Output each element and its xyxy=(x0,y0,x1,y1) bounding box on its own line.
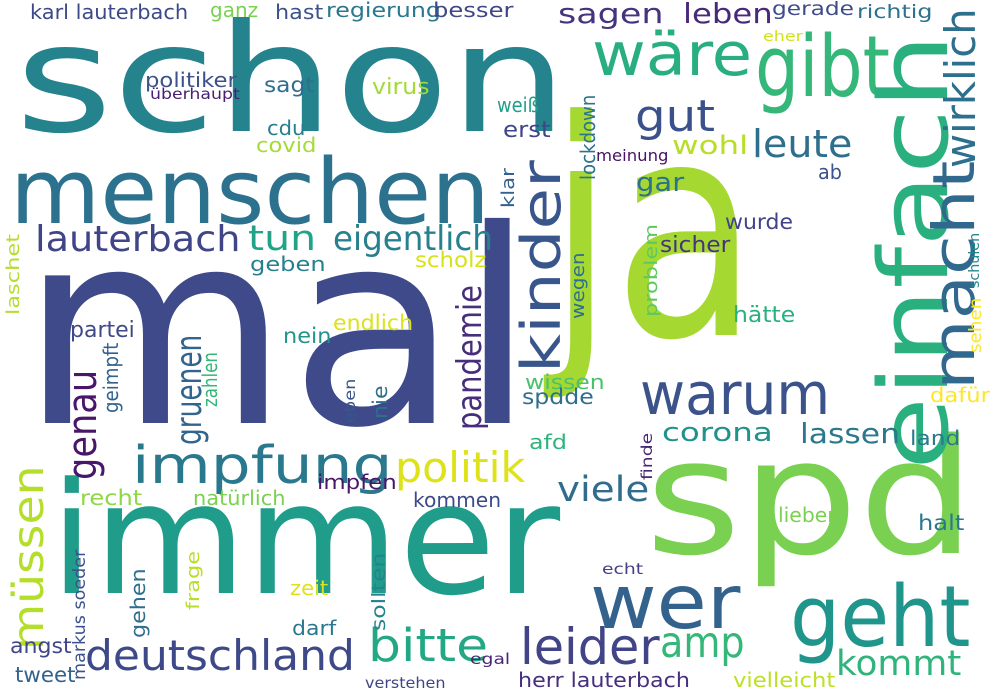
word-gerade: gerade xyxy=(772,0,854,20)
word-recht: recht xyxy=(80,486,143,510)
word-genau: genau xyxy=(60,369,106,480)
word-warum: warum xyxy=(640,360,831,428)
word-echt: echt xyxy=(602,560,644,578)
word-halt: halt xyxy=(918,511,965,535)
word-lauterbach: lauterbach xyxy=(35,219,241,260)
word-klar: klar xyxy=(498,168,519,208)
word-natürlich: natürlich xyxy=(193,486,286,510)
word-ganz: ganz xyxy=(210,0,259,22)
word-sicher: sicher xyxy=(660,233,731,258)
word-darf: darf xyxy=(292,616,337,640)
word-land: land xyxy=(910,426,961,450)
word-regierung: regierung xyxy=(326,0,441,22)
word-karl-lauterbach: karl lauterbach xyxy=(30,0,189,24)
word-kommen: kommen xyxy=(413,488,502,512)
word-frage: frage xyxy=(183,550,204,610)
word-herr-lauterbach: herr lauterbach xyxy=(518,668,690,692)
word-wurde: wurde xyxy=(725,210,793,234)
word-wohl: wohl xyxy=(672,131,749,161)
word-deutschland: deutschland xyxy=(85,631,355,680)
word-zahlen: zahlen xyxy=(198,352,222,407)
word-dafür: dafür xyxy=(930,383,990,407)
word-eher: eher xyxy=(763,29,803,45)
word-virus: virus xyxy=(372,75,430,100)
word-gar: gar xyxy=(636,168,685,198)
word-scholz: scholz xyxy=(415,248,487,272)
word-lieber: lieber xyxy=(778,503,836,527)
word-kinder: kinder xyxy=(510,160,573,373)
word-verstehen: verstehen xyxy=(365,674,446,692)
word-leute: leute xyxy=(752,122,853,166)
word-spdde: spdde xyxy=(522,385,594,409)
word-cloud: mal ja schon immer spd menschen gibt einfach wär… xyxy=(0,0,1000,700)
word-müssen: müssen xyxy=(4,465,54,650)
word-pandemie: pandemie xyxy=(450,285,490,430)
word-sagt: sagt xyxy=(264,73,315,97)
word-richtig: richtig xyxy=(857,1,933,23)
word-lassen: lassen xyxy=(800,417,901,450)
word-leider: leider xyxy=(520,618,660,676)
word-angst: angst xyxy=(10,634,72,658)
word-lockdown: lockdown xyxy=(576,94,600,180)
word-endlich: endlich xyxy=(333,311,414,335)
word-geimpft: geimpft xyxy=(99,342,123,413)
word-wegen: wegen xyxy=(568,252,589,319)
word-partei: partei xyxy=(70,318,135,343)
word-markus-soeder: markus soeder xyxy=(70,549,90,680)
word-eben: eben xyxy=(341,378,359,423)
word-hast: hast xyxy=(275,0,324,24)
word-tweet: tweet xyxy=(15,663,76,687)
word-finde: finde xyxy=(638,432,656,480)
word-amp: amp xyxy=(660,618,745,668)
word-politik: politik xyxy=(395,443,526,492)
word-geben: geben xyxy=(250,252,326,276)
word-hätte: hätte xyxy=(733,303,796,328)
word-kommt: kommt xyxy=(836,644,962,684)
word-sollten: sollten xyxy=(368,552,390,631)
word-viele: viele xyxy=(557,470,650,510)
word-egal: egal xyxy=(470,650,511,668)
word-sehen: sehen xyxy=(966,297,986,353)
word-corona: corona xyxy=(662,418,773,448)
word-ab: ab xyxy=(818,160,842,184)
word-wäre: wäre xyxy=(592,20,753,90)
word-problem: problem xyxy=(641,223,662,317)
word-impfen: impfen xyxy=(317,470,397,494)
word-gehen: gehen xyxy=(126,568,150,638)
word-erst: erst xyxy=(503,118,551,143)
word-afd: afd xyxy=(529,430,567,454)
word-sagen: sagen xyxy=(558,0,664,30)
word-leben: leben xyxy=(683,0,773,30)
word-laschet: laschet xyxy=(3,233,24,315)
word-weiß: weiß xyxy=(497,93,539,117)
word-überhaupt: überhaupt xyxy=(150,85,240,103)
word-covid: covid xyxy=(256,133,317,157)
word-zeit: zeit xyxy=(290,576,329,600)
word-schulen: schulen xyxy=(967,232,983,288)
word-nie: nie xyxy=(368,385,392,419)
word-wirklich: wirklich xyxy=(936,8,985,169)
word-nein: nein xyxy=(283,324,332,348)
word-vielleicht: vielleicht xyxy=(733,668,836,692)
word-meinung: meinung xyxy=(596,146,669,165)
word-besser: besser xyxy=(433,0,514,22)
